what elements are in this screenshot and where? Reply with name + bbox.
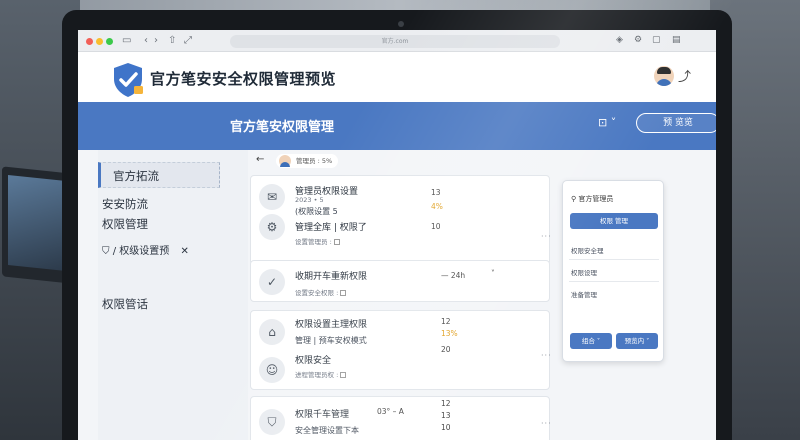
row-value: 03° – A [377, 407, 404, 416]
extensions-icon[interactable]: ◈ [616, 35, 623, 45]
row-meta: 设置管理员 : [295, 236, 340, 246]
more-icon[interactable]: ··· [541, 419, 552, 428]
section-bar: 官方笔安权限管理 ⊡ ˅ 预 览览 [78, 102, 716, 150]
sidebar-item-4[interactable]: 权限管话 [102, 296, 148, 312]
row-subtitle: 管理 | 预车安权模式 [295, 336, 367, 345]
shield-logo-icon [114, 63, 143, 97]
row-title: 权限安全 [295, 356, 332, 366]
row-title: 收期开车重新权限 [295, 272, 368, 282]
section-title: 官方笔安权限管理 [230, 120, 335, 135]
card-group-3[interactable]: ⛉ 权限千车管理 安全管理设置下本 03° – A 12 13 10 ··· [250, 396, 552, 440]
row-meta: 进程管理员权 : [295, 369, 347, 379]
switch-icon[interactable]: ⤴ [678, 66, 691, 85]
more-icon[interactable]: ··· [541, 232, 552, 241]
copy-icon[interactable]: ▢ [652, 35, 661, 45]
sidebar-item-3[interactable]: ⛉ / 权级设置预 ✕ [102, 242, 189, 257]
panel-item[interactable]: 权限设理 [571, 267, 597, 277]
row-value: 20 [441, 345, 451, 354]
user-chip-label: 管理员 : 5% [296, 157, 333, 165]
row-subtitle: (权限设置 5 [295, 207, 338, 216]
close-icon[interactable]: ✕ [180, 246, 188, 257]
home-icon: ⌂ [259, 319, 285, 345]
panel-item[interactable]: 权限安全理 [571, 245, 604, 255]
divider [569, 281, 659, 282]
row-value: 13 [441, 411, 451, 420]
row-value: 10 [441, 423, 451, 432]
card-group-1[interactable]: ✓ 收期开车重新权限 设置安全权限 : — 24h ˅ [250, 260, 550, 302]
row-percent: 13% [441, 329, 458, 338]
sidebar-item-2[interactable]: 权限管理 [102, 216, 148, 232]
mail-icon: ✉ [259, 184, 285, 210]
more-icon[interactable]: ··· [541, 351, 552, 360]
security-shield-icon: ⛉ [259, 409, 285, 435]
close-window-button[interactable] [86, 38, 93, 45]
sidebar: 官方拓流 安安防流 权限管理 ⛉ / 权级设置预 ✕ 权限管话 [98, 150, 248, 440]
row-subtitle: 安全管理设置下本 [295, 426, 359, 435]
row-percent: 4% [431, 202, 443, 211]
card-group-0[interactable]: ✉ ⚙ 管理员权限设置 2023 • 5 (权限设置 5 管理全库 | 权限了 … [250, 175, 552, 265]
user-avatar[interactable] [654, 66, 674, 86]
back-icon[interactable]: ‹ [144, 35, 148, 47]
expand-icon[interactable]: ⤢ [184, 35, 192, 47]
row-value: 12 [441, 399, 451, 408]
camera [398, 21, 404, 27]
divider [569, 259, 659, 260]
shield-check-icon: ✓ [259, 269, 285, 295]
back-arrow-icon[interactable]: ← [256, 154, 264, 165]
row-title: 管理全库 | 权限了 [295, 223, 367, 233]
minimize-window-button[interactable] [96, 38, 103, 45]
address-bar[interactable]: 官方.com [230, 35, 560, 48]
preview-button[interactable]: 预 览览 [636, 113, 716, 133]
row-title: 权限设置主理权限 [295, 320, 368, 330]
preview-content-button[interactable]: 预览内 ˅ [616, 333, 658, 349]
share-icon[interactable]: ⇧ [168, 35, 176, 47]
admin-panel: ⚲ 官方管理员 权限 管理 权限安全理 权限设理 准备管理 组合 ˅ 预览内 ˅ [562, 180, 664, 362]
sidebar-item-3-label: / 权级设置预 [112, 246, 170, 257]
chevron-down-icon[interactable]: ˅ [491, 269, 495, 278]
card-group-2[interactable]: ⌂ ☺ 权限设置主理权限 管理 | 预车安权模式 权限安全 进程管理员权 : 1… [250, 310, 552, 390]
row-value: 12 [441, 317, 451, 326]
forward-icon[interactable]: › [154, 35, 158, 47]
row-title: 权限千车管理 [295, 410, 350, 420]
sidebar-icon[interactable]: ▭ [122, 35, 131, 47]
permission-manage-button[interactable]: 权限 管理 [570, 213, 658, 229]
row-value: — 24h [441, 271, 466, 280]
maximize-window-button[interactable] [106, 38, 113, 45]
screen: ▭ ‹ › ⇧ ⤢ 官方.com ◈ ⚙ ▢ ▤ 官方笔安安全权限管理预览 ⤴ … [78, 30, 716, 440]
sidebar-item-1[interactable]: 安安防流 [102, 196, 148, 212]
row-value: 13 [431, 188, 441, 197]
row-meta: 2023 • 5 [295, 196, 324, 204]
app-title: 官方笔安安全权限管理预览 [150, 70, 337, 88]
gear-icon: ⚙ [259, 214, 285, 240]
row-meta: 设置安全权限 : [295, 287, 347, 297]
panel-title: ⚲ 官方管理员 [571, 195, 614, 203]
sidebar-item-0[interactable]: 官方拓流 [98, 162, 220, 188]
user-chip[interactable]: 管理员 : 5% [276, 154, 339, 168]
shield-icon: ⛉ [102, 246, 113, 257]
tabs-icon[interactable]: ▤ [672, 35, 681, 45]
combine-button[interactable]: 组合 ˅ [570, 333, 612, 349]
panel-item[interactable]: 准备管理 [571, 289, 597, 299]
content-toolbar: ← 管理员 : 5% [250, 150, 700, 172]
search-icon[interactable]: ⊡ ˅ [598, 116, 616, 129]
row-value: 10 [431, 222, 441, 231]
settings-icon[interactable]: ⚙ [634, 35, 642, 45]
browser-toolbar: ▭ ‹ › ⇧ ⤢ 官方.com ◈ ⚙ ▢ ▤ [78, 30, 716, 52]
users-icon: ☺ [259, 357, 285, 383]
